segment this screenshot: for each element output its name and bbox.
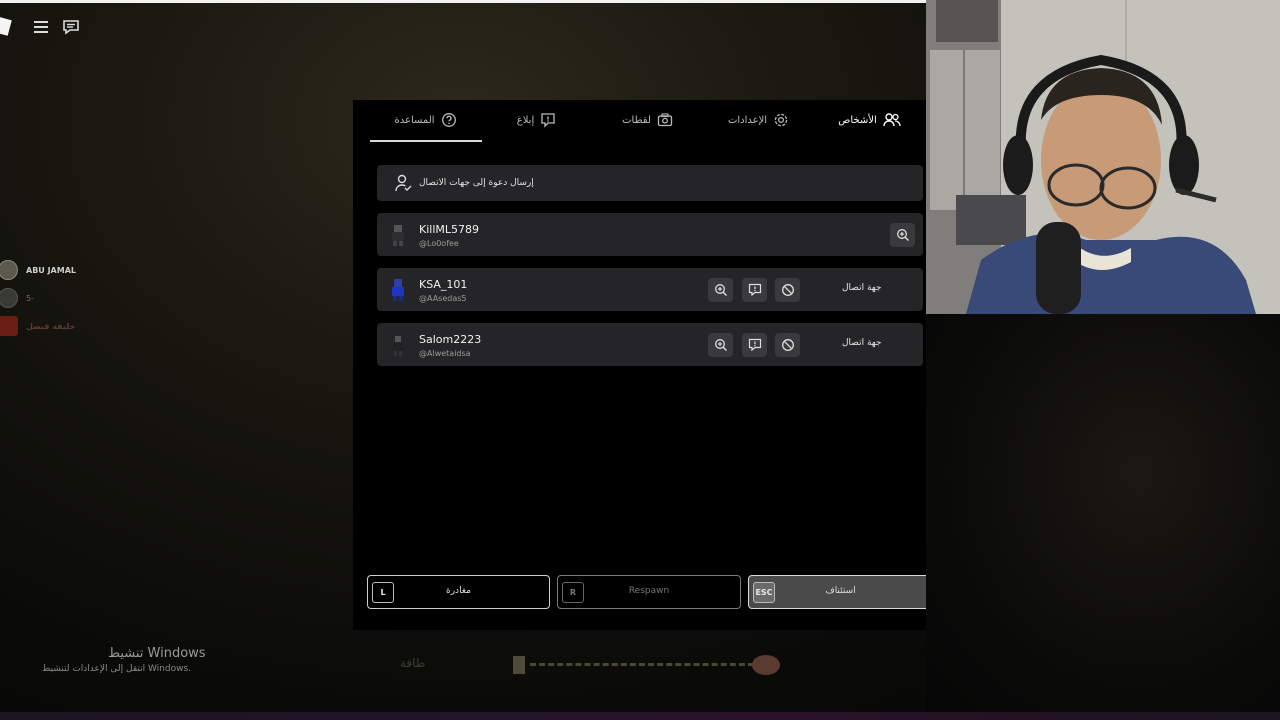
- tab-label: الإعدادات: [727, 114, 768, 126]
- zoom-in-icon: [896, 229, 909, 241]
- inspect-button[interactable]: [890, 223, 915, 247]
- player-row[interactable]: Salom2223 @Alwetaidsa جهة اتصال: [377, 323, 923, 366]
- player-row[interactable]: KillML5789 @Lo0ofee: [377, 213, 923, 256]
- zoom-in-icon: [714, 339, 727, 351]
- avatar: [0, 288, 18, 308]
- block-icon: [781, 284, 794, 296]
- windows-activation-subtitle: انتقل إلى الإعدادات لتنشيط Windows.: [42, 664, 191, 674]
- side-player-list: ABU JAMAL 5- خليفة فيصل: [0, 256, 120, 340]
- player-row[interactable]: KSA_101 @AAsedas5 جهة اتصال: [377, 268, 923, 311]
- tab-captures[interactable]: لقطات: [592, 105, 703, 135]
- avatar: [0, 316, 18, 336]
- webcam-overlay: [926, 0, 1280, 314]
- player-display-name: KSA_101: [419, 278, 468, 291]
- active-tab-indicator: [370, 140, 482, 142]
- roblox-logo-icon[interactable]: [0, 16, 12, 36]
- windows-activation-title: تنشيط Windows: [108, 646, 206, 661]
- report-flag-icon: [748, 338, 761, 352]
- side-player-name: 5-: [26, 293, 34, 303]
- avatar: [392, 225, 404, 246]
- side-player-row[interactable]: خليفة فيصل: [0, 312, 120, 340]
- block-player-button[interactable]: [775, 333, 800, 357]
- leave-label: مغادرة: [446, 586, 471, 596]
- block-player-button[interactable]: [775, 278, 800, 302]
- player-username: @Alwetaidsa: [419, 349, 471, 358]
- tab-help[interactable]: المساعدة: [370, 105, 481, 135]
- side-player-row[interactable]: ABU JAMAL: [0, 256, 120, 284]
- gear-icon: [774, 113, 788, 127]
- zoom-in-icon: [714, 284, 727, 296]
- side-player-name: خليفة فيصل: [26, 321, 76, 331]
- avatar: [0, 260, 18, 280]
- energy-bar-end: [752, 655, 780, 675]
- energy-bar-start: [513, 656, 525, 674]
- background-scene-right: [926, 314, 1280, 712]
- tab-report[interactable]: إبلاغ: [481, 105, 592, 135]
- tab-label: إبلاغ: [516, 114, 535, 126]
- player-display-name: Salom2223: [419, 333, 482, 346]
- resume-button[interactable]: ESC استئناف: [748, 575, 933, 609]
- chat-icon[interactable]: [58, 14, 84, 40]
- add-friend-icon: [395, 174, 412, 192]
- respawn-button[interactable]: R Respawn: [557, 575, 741, 609]
- leave-button[interactable]: L مغادرة: [367, 575, 550, 609]
- report-player-button[interactable]: [742, 278, 767, 302]
- taskbar-strip: [0, 712, 1280, 720]
- tab-label: المساعدة: [394, 114, 435, 126]
- inspect-button[interactable]: [708, 278, 733, 302]
- tab-label: لقطات: [622, 114, 651, 126]
- hamburger-menu-icon[interactable]: [28, 14, 54, 40]
- block-icon: [781, 339, 794, 351]
- avatar: [392, 279, 404, 301]
- player-username: @Lo0ofee: [419, 239, 459, 248]
- player-username: @AAsedas5: [419, 294, 467, 303]
- report-flag-icon: [541, 113, 555, 128]
- tab-label: الأشخاص: [838, 114, 877, 126]
- report-flag-icon: [748, 283, 761, 297]
- side-player-row[interactable]: 5-: [0, 284, 120, 312]
- add-contact-link[interactable]: جهة اتصال: [842, 338, 882, 348]
- inspect-button[interactable]: [708, 333, 733, 357]
- side-player-name: ABU JAMAL: [26, 265, 76, 275]
- top-edge-bar: [0, 0, 926, 3]
- player-display-name: KillML5789: [419, 223, 479, 236]
- camera-icon: [657, 113, 673, 127]
- people-icon: [883, 113, 901, 127]
- avatar: [393, 336, 403, 356]
- energy-label: طاقة: [400, 656, 426, 670]
- energy-bar: [530, 663, 754, 666]
- help-circle-icon: [441, 113, 456, 127]
- menu-tabs: الأشخاص الإعدادات لقطات إبلاغ المساعدة: [370, 105, 925, 141]
- respawn-label: Respawn: [628, 586, 670, 596]
- add-contact-link[interactable]: جهة اتصال: [842, 283, 882, 293]
- webcam-image: [926, 0, 1280, 314]
- report-player-button[interactable]: [742, 333, 767, 357]
- invite-label: إرسال دعوة إلى جهات الاتصال: [419, 178, 534, 188]
- game-viewport: ABU JAMAL 5- خليفة فيصل الأشخاص الإعدادا…: [0, 0, 1280, 720]
- tab-settings[interactable]: الإعدادات: [703, 105, 814, 135]
- resume-label: استئناف: [825, 586, 856, 596]
- tab-people[interactable]: الأشخاص: [814, 105, 925, 135]
